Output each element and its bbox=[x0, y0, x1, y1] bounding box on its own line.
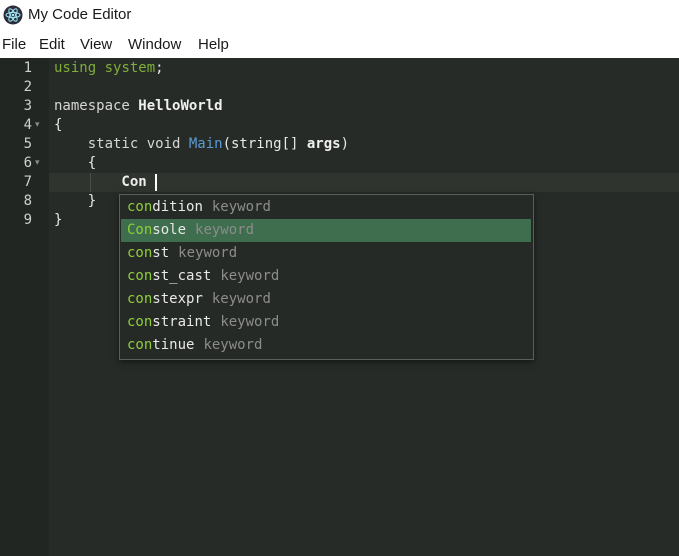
menu-view[interactable]: View bbox=[80, 36, 112, 53]
code-token: static void bbox=[54, 136, 189, 152]
completion-suffix: stexpr bbox=[152, 291, 203, 307]
autocomplete-item-text: continue keyword bbox=[127, 334, 262, 357]
fold-toggle-icon[interactable]: ▾ bbox=[35, 154, 43, 173]
code-token: Main bbox=[188, 136, 223, 152]
autocomplete-item[interactable]: Console keyword bbox=[121, 219, 531, 242]
completion-suffix: tinue bbox=[152, 337, 195, 353]
autocomplete-item-text: condition keyword bbox=[127, 196, 271, 219]
menu-window[interactable]: Window bbox=[128, 36, 181, 53]
text-cursor bbox=[155, 174, 157, 191]
match-highlight: Con bbox=[127, 222, 153, 238]
code-token: using bbox=[54, 60, 97, 76]
match-highlight: con bbox=[127, 337, 153, 353]
completion-kind-label: keyword bbox=[211, 291, 271, 307]
code-line[interactable]: } bbox=[54, 192, 96, 211]
autocomplete-item-text: const_cast keyword bbox=[127, 265, 279, 288]
menu-edit[interactable]: Edit bbox=[39, 36, 65, 53]
code-editor[interactable]: 1 2 3 4 ▾ 5 6 ▾ 7 8 9 using system; namespace Hello… bbox=[0, 58, 679, 556]
line-number: 9 bbox=[23, 212, 32, 228]
autocomplete-item[interactable]: constexpr keyword bbox=[121, 288, 531, 311]
line-number-gutter: 1 2 3 4 ▾ 5 6 ▾ 7 8 9 bbox=[0, 58, 49, 556]
line-number: 6 bbox=[23, 155, 32, 171]
autocomplete-item[interactable]: const_cast keyword bbox=[121, 265, 531, 288]
completion-kind-label: keyword bbox=[220, 314, 280, 330]
completion-kind-label: keyword bbox=[211, 199, 271, 215]
code-token: namespace bbox=[54, 98, 130, 114]
window-title: My Code Editor bbox=[28, 6, 132, 23]
code-line[interactable]: { bbox=[54, 116, 62, 135]
autocomplete-item[interactable]: continue keyword bbox=[121, 334, 531, 357]
code-line[interactable]: Con bbox=[54, 173, 147, 192]
code-line[interactable]: using system; bbox=[54, 59, 164, 78]
code-token: (string[] bbox=[222, 136, 307, 152]
autocomplete-item-text: Console keyword bbox=[127, 219, 254, 242]
completion-suffix: dition bbox=[152, 199, 203, 215]
line-number: 5 bbox=[23, 136, 32, 152]
code-token: ; bbox=[155, 60, 164, 76]
fold-toggle-icon[interactable]: ▾ bbox=[35, 116, 43, 135]
code-token: } bbox=[54, 193, 97, 209]
completion-kind-label: keyword bbox=[178, 245, 238, 261]
completion-suffix: st_cast bbox=[152, 268, 212, 284]
autocomplete-item[interactable]: const keyword bbox=[121, 242, 531, 265]
completion-suffix: straint bbox=[152, 314, 212, 330]
line-number: 7 bbox=[23, 174, 32, 190]
code-token: HelloWorld bbox=[138, 98, 223, 114]
code-token: Con bbox=[54, 174, 147, 190]
line-number: 3 bbox=[23, 98, 32, 114]
code-token: } bbox=[54, 212, 63, 228]
match-highlight: con bbox=[127, 199, 153, 215]
code-token: ) bbox=[340, 136, 350, 152]
match-highlight: con bbox=[127, 291, 153, 307]
match-highlight: con bbox=[127, 245, 153, 261]
electron-atom-icon bbox=[3, 5, 23, 25]
completion-suffix: sole bbox=[152, 222, 187, 238]
line-number: 8 bbox=[23, 193, 32, 209]
menu-file[interactable]: File bbox=[2, 36, 26, 53]
line-number: 1 bbox=[23, 60, 32, 76]
code-line[interactable]: { bbox=[54, 154, 96, 173]
menu-bar: File Edit View Window Help bbox=[0, 31, 679, 58]
completion-kind-label: keyword bbox=[220, 268, 280, 284]
code-token: system bbox=[104, 60, 156, 76]
code-token: { bbox=[54, 155, 97, 171]
autocomplete-item-text: const keyword bbox=[127, 242, 237, 265]
code-line[interactable]: } bbox=[54, 211, 62, 230]
autocomplete-item[interactable]: constraint keyword bbox=[121, 311, 531, 334]
line-number: 2 bbox=[23, 79, 32, 95]
completion-kind-label: keyword bbox=[195, 222, 255, 238]
autocomplete-item-text: constexpr keyword bbox=[127, 288, 271, 311]
match-highlight: con bbox=[127, 268, 153, 284]
completion-kind-label: keyword bbox=[203, 337, 263, 353]
completion-suffix: st bbox=[152, 245, 170, 261]
autocomplete-item-text: constraint keyword bbox=[127, 311, 279, 334]
title-bar: My Code Editor bbox=[0, 0, 679, 31]
code-token: args bbox=[306, 136, 341, 152]
line-number: 4 bbox=[23, 117, 32, 133]
code-line[interactable]: static void Main(string[] args) bbox=[54, 135, 349, 154]
menu-help[interactable]: Help bbox=[198, 36, 229, 53]
code-line[interactable]: namespace HelloWorld bbox=[54, 97, 223, 116]
autocomplete-item[interactable]: condition keyword bbox=[121, 196, 531, 219]
autocomplete-popup: condition keyword Console keyword const keywo… bbox=[119, 194, 534, 360]
code-token: { bbox=[54, 117, 63, 133]
match-highlight: con bbox=[127, 314, 153, 330]
